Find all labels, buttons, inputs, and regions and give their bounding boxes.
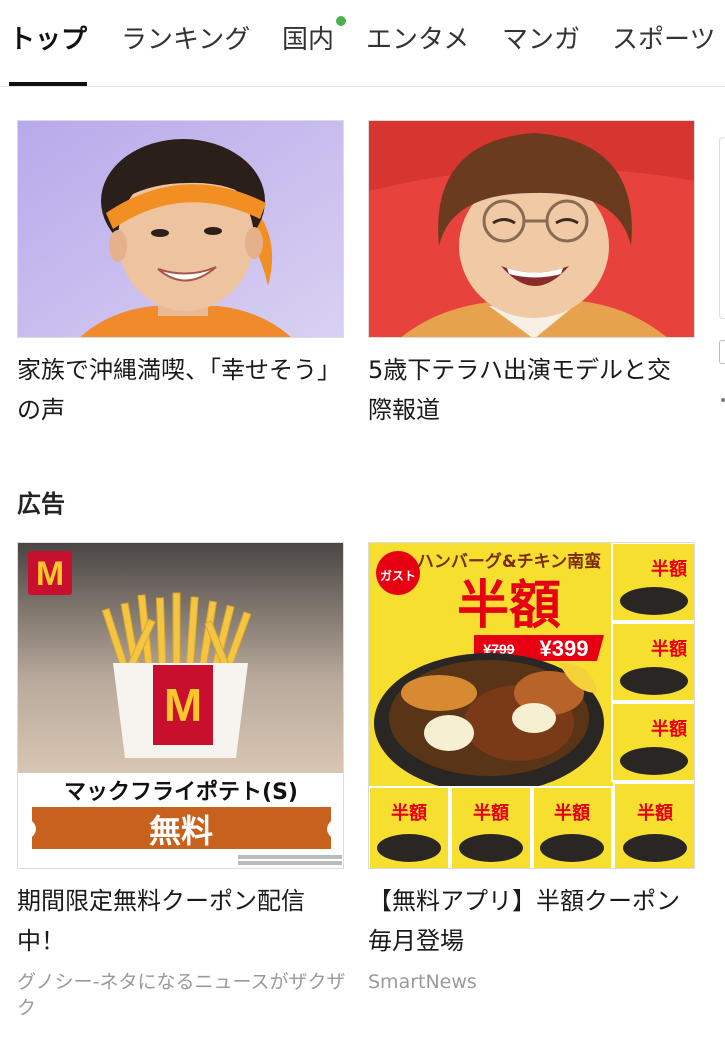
- tile-big: 半額: [651, 638, 687, 660]
- tab-label: ランキング: [121, 25, 251, 55]
- ad-thumbnail: ガスト ハンバーグ&チキン南蛮 半額 ¥799 ¥399 半額 半額 半額 半額…: [368, 542, 695, 869]
- tab-entertainment[interactable]: エンタメ: [366, 22, 469, 62]
- tile-big: 半額: [554, 802, 590, 824]
- news-title: 5歳下テラハ出演モデルと交際報道: [368, 356, 672, 424]
- category-tab-bar: トップ ランキング 国内 エンタメ マンガ スポーツ: [0, 0, 725, 87]
- news-thumbnail: [17, 120, 344, 338]
- ad-headline: ハンバーグ&チキン南蛮: [417, 551, 601, 572]
- new-price: ¥399: [540, 636, 589, 661]
- tab-label: マンガ: [502, 25, 581, 55]
- ad-half-price: 半額: [457, 576, 561, 636]
- next-card-peek-badge: [719, 340, 725, 364]
- tab-label: エンタメ: [366, 25, 470, 55]
- tile-big: 半額: [391, 802, 427, 824]
- tab-domestic[interactable]: 国内: [282, 16, 347, 62]
- next-card-peek-mark: [721, 398, 725, 402]
- tab-ranking[interactable]: ランキング: [121, 22, 250, 62]
- new-indicator-dot: [336, 16, 347, 26]
- ad-title: 期間限定無料クーポン配信中！: [17, 887, 305, 955]
- ad-title: 【無料アプリ】半額クーポン毎月登場: [368, 887, 680, 955]
- active-tab-indicator: [9, 82, 87, 86]
- tab-sports[interactable]: スポーツ: [612, 22, 715, 62]
- brand-logo-text: ガスト: [380, 568, 416, 583]
- tile-big: 半額: [651, 718, 687, 740]
- news-thumbnail: [368, 120, 695, 338]
- svg-text:M: M: [164, 679, 202, 731]
- next-card-peek: [719, 137, 725, 319]
- ad-thumbnail: M M マックフライポテト(S) 無料: [17, 542, 344, 869]
- ad-source: グノシー-ネタになるニュースがザクザク: [17, 971, 346, 1019]
- tab-manga[interactable]: マンガ: [502, 22, 580, 62]
- tile-big: 半額: [473, 802, 509, 824]
- svg-text:M: M: [36, 555, 64, 593]
- tile-big: 半額: [637, 802, 673, 824]
- tab-label: トップ: [9, 25, 88, 55]
- ad-product-name: マックフライポテト(S): [64, 779, 298, 805]
- tab-top[interactable]: トップ: [9, 22, 87, 62]
- tile-big: 半額: [651, 558, 687, 580]
- ad-free-badge: 無料: [149, 812, 213, 850]
- news-title: 家族で沖縄満喫、「幸せそう」の声: [17, 356, 341, 424]
- tab-label: 国内: [282, 25, 335, 55]
- ad-section-label: 広告: [17, 490, 65, 518]
- tab-label: スポーツ: [612, 25, 716, 55]
- ad-source: SmartNews: [368, 971, 477, 993]
